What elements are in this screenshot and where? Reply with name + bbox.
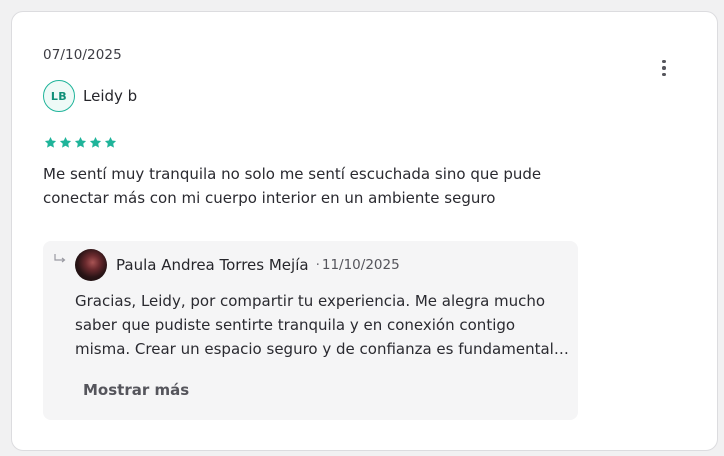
reply-text-line: Gracias, Leidy, por compartir tu experie… [75, 292, 546, 310]
review-text-line: conectar más con mi cuerpo interior en u… [43, 189, 496, 207]
star-icon [44, 136, 57, 148]
reply-text-line: misma. Crear un espacio seguro y de conf… [75, 340, 569, 358]
reply-author-name: Paula Andrea Torres Mejía [116, 256, 309, 274]
more-options-icon[interactable] [652, 56, 676, 80]
review-text-line: Me sentí muy tranquila no solo me sentí … [43, 165, 542, 183]
reply-arrow-icon [54, 254, 66, 263]
star-icon [74, 136, 87, 148]
review-text: Me sentí muy tranquila no solo me sentí … [43, 162, 583, 210]
reply-header: Paula Andrea Torres Mejía · 11/10/2025 [75, 249, 400, 281]
star-icon [59, 136, 72, 148]
show-more-button[interactable]: Mostrar más [83, 381, 189, 399]
author-name: Leidy b [83, 87, 138, 105]
star-icon [104, 136, 117, 148]
separator-dot: · [315, 257, 320, 273]
reply-text: Gracias, Leidy, por compartir tu experie… [75, 289, 571, 361]
reply-text-line: saber que pudiste sentirte tranquila y e… [75, 316, 516, 334]
review-card: 07/10/2025 LB Leidy b Me sentí muy tranq… [11, 11, 718, 451]
star-icon [89, 136, 102, 148]
avatar: LB [43, 80, 75, 112]
star-rating [44, 136, 117, 149]
reply-date: 11/10/2025 [321, 257, 400, 273]
review-author: LB Leidy b [43, 80, 137, 112]
owner-reply: Paula Andrea Torres Mejía · 11/10/2025 G… [43, 241, 578, 420]
avatar [75, 249, 107, 281]
review-date: 07/10/2025 [43, 47, 122, 63]
